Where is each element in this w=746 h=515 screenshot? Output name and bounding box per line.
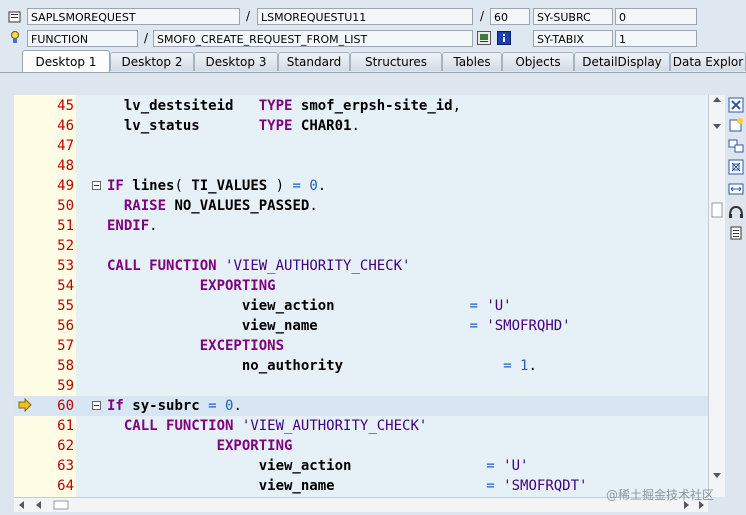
code-text: lv_destsiteid TYPE smof_erpsh-site_id,	[123, 98, 462, 114]
code-line[interactable]: 61 CALL FUNCTION 'VIEW_AUTHORITY_CHECK'	[14, 416, 708, 436]
line-number: 49	[57, 178, 74, 194]
current-code-line[interactable]: 60 If sy-subrc = 0.	[14, 396, 708, 416]
line-number: 53	[57, 258, 74, 274]
tab-standard[interactable]: Standard	[278, 52, 350, 71]
line-number: 59	[57, 378, 74, 394]
tab-objects[interactable]: Objects	[502, 52, 574, 71]
horizontal-scroll-arrows	[19, 500, 704, 510]
settings-tool-icon[interactable]	[728, 225, 744, 241]
code-line[interactable]: 57 EXCEPTIONS	[14, 336, 708, 356]
code-text: RAISE NO_VALUES_PASSED.	[123, 198, 318, 214]
tab-structures[interactable]: Structures	[350, 52, 442, 71]
tab-desktop-1[interactable]: Desktop 1	[22, 50, 110, 72]
resize-icon[interactable]	[728, 181, 744, 197]
variable-2-value[interactable]: 1	[615, 30, 697, 47]
source-code-editor[interactable]: 45 lv_destsiteid TYPE smof_erpsh-site_id…	[14, 95, 708, 497]
line-number: 57	[57, 338, 74, 354]
tab-desktop-2[interactable]: Desktop 2	[110, 52, 194, 71]
services-icon[interactable]	[728, 203, 744, 219]
tab-tables[interactable]: Tables	[442, 52, 502, 71]
line-number-field[interactable]: 60	[490, 8, 530, 25]
horizontal-scrollbar[interactable]	[14, 497, 708, 512]
variable-2-name[interactable]: SY-TABIX	[533, 30, 613, 47]
code-line[interactable]: 63 view_action = 'U'	[14, 456, 708, 476]
variable-1-value[interactable]: 0	[615, 8, 697, 25]
code-text: CALL FUNCTION 'VIEW_AUTHORITY_CHECK'	[123, 418, 428, 434]
type-field[interactable]: FUNCTION	[27, 30, 138, 47]
include-field[interactable]: LSMOREQUESTU11	[257, 8, 473, 25]
code-text: no_authority = 1.	[241, 358, 537, 374]
separator: /	[246, 9, 251, 23]
vertical-scrollbar[interactable]	[708, 95, 725, 497]
code-text: view_name = 'SMOFRQHD'	[241, 318, 571, 334]
line-number: 48	[57, 158, 74, 174]
object-field[interactable]: SMOF0_CREATE_REQUEST_FROM_LIST	[153, 30, 473, 47]
program-icon	[8, 10, 22, 24]
code-line[interactable]: 58 no_authority = 1.	[14, 356, 708, 376]
line-number: 45	[57, 98, 74, 114]
code-line[interactable]: 64 view_name = 'SMOFRQDT'	[14, 476, 708, 496]
scrollbar-arrows	[711, 97, 723, 478]
fold-toggle-icon[interactable]	[92, 401, 101, 410]
code-line[interactable]: 53 CALL FUNCTION 'VIEW_AUTHORITY_CHECK'	[14, 256, 708, 276]
execution-pointer-icon	[18, 398, 32, 412]
line-number: 58	[57, 358, 74, 374]
tab-detail-display[interactable]: DetailDisplay	[574, 52, 670, 71]
code-text: IF lines( TI_VALUES ) = 0.	[107, 178, 327, 194]
code-text: If sy-subrc = 0.	[107, 398, 242, 414]
line-number: 61	[57, 418, 74, 434]
editor-side-toolbar	[726, 95, 746, 255]
line-number: 46	[57, 118, 74, 134]
line-number: 51	[57, 218, 74, 234]
tab-data-explorer[interactable]: Data Explor	[670, 52, 746, 71]
code-text: view_name = 'SMOFRQDT'	[258, 478, 588, 494]
code-line[interactable]: 48	[14, 156, 708, 176]
line-number: 54	[57, 278, 74, 294]
code-text: view_action = 'U'	[241, 298, 512, 314]
line-number: 64	[57, 478, 74, 494]
code-line[interactable]: 55 view_action = 'U'	[14, 296, 708, 316]
tab-desktop-3[interactable]: Desktop 3	[194, 52, 278, 71]
code-text: lv_status TYPE CHAR01.	[123, 118, 360, 134]
code-text: EXCEPTIONS	[199, 338, 285, 354]
separator: /	[480, 9, 485, 23]
code-line[interactable]: 51 ENDIF.	[14, 216, 708, 236]
code-line[interactable]: 52	[14, 236, 708, 256]
info-icon[interactable]	[497, 31, 511, 45]
variable-1-name[interactable]: SY-SUBRC	[533, 8, 613, 25]
code-line[interactable]: 46 lv_status TYPE CHAR01.	[14, 116, 708, 136]
code-line[interactable]: 49 IF lines( TI_VALUES ) = 0.	[14, 176, 708, 196]
close-icon[interactable]	[728, 97, 744, 113]
code-line[interactable]: 59	[14, 376, 708, 396]
line-number: 47	[57, 138, 74, 154]
code-line[interactable]: 47	[14, 136, 708, 156]
code-line[interactable]: 56 view_name = 'SMOFRQHD'	[14, 316, 708, 336]
code-text: view_action = 'U'	[258, 458, 529, 474]
desktop-tab-strip: Desktop 1 Desktop 2 Desktop 3 Standard S…	[0, 50, 746, 73]
swap-tool-icon[interactable]	[728, 138, 744, 154]
new-tool-icon[interactable]	[728, 117, 744, 133]
watermark: @稀土掘金技术社区	[606, 488, 715, 502]
maximize-icon[interactable]	[728, 159, 744, 175]
line-number: 55	[57, 298, 74, 314]
code-line[interactable]: 62 EXPORTING	[14, 436, 708, 456]
code-line[interactable]: 50 RAISE NO_VALUES_PASSED.	[14, 196, 708, 216]
fold-toggle-icon[interactable]	[92, 181, 101, 190]
code-line[interactable]: 54 EXPORTING	[14, 276, 708, 296]
display-object-icon[interactable]	[477, 31, 491, 45]
function-icon	[8, 30, 22, 44]
line-number: 62	[57, 438, 74, 454]
code-text: ENDIF.	[107, 218, 158, 234]
line-number: 52	[57, 238, 74, 254]
program-field[interactable]: SAPLSMOREQUEST	[27, 8, 240, 25]
separator: /	[144, 31, 149, 45]
line-number: 50	[57, 198, 74, 214]
code-text: CALL FUNCTION 'VIEW_AUTHORITY_CHECK'	[107, 258, 411, 274]
line-number: 56	[57, 318, 74, 334]
code-line[interactable]: 45 lv_destsiteid TYPE smof_erpsh-site_id…	[14, 96, 708, 116]
code-text: EXPORTING	[199, 278, 276, 294]
code-text: EXPORTING	[216, 438, 293, 454]
debugger-info-bar: SAPLSMOREQUEST / LSMOREQUESTU11 / 60 SY-…	[0, 0, 746, 50]
line-number: 63	[57, 458, 74, 474]
